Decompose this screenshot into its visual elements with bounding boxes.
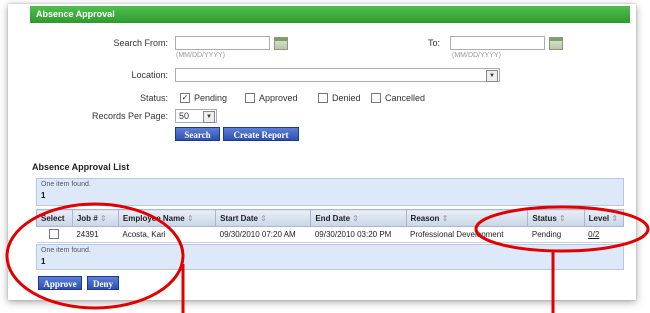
employee-name-cell: Acosta, Kari — [118, 226, 216, 243]
search-from-label: Search From: — [113, 38, 168, 48]
approve-button[interactable]: Approve — [38, 276, 82, 290]
sort-icon: ⇕ — [99, 213, 107, 223]
column-header-level-label: Level — [588, 213, 610, 223]
sort-icon: ⇕ — [260, 213, 267, 223]
column-header-end-date-label: End Date — [315, 213, 351, 223]
sort-icon: ⇕ — [611, 213, 619, 223]
status-cell: Pending — [527, 226, 585, 243]
column-header-job-label: Job # — [76, 213, 98, 223]
from-date-format-hint: (MM/DD/YYYY) — [176, 52, 225, 59]
page-title: Absence Approval — [30, 6, 630, 23]
table-header-row: Select Job # ⇕ Employee Name ⇕ Start Dat… — [36, 209, 625, 227]
to-date-format-hint: (MM/DD/YYYY) — [452, 52, 501, 59]
column-header-reason[interactable]: Reason ⇕ — [405, 209, 529, 227]
page-link[interactable]: 1 — [41, 257, 619, 266]
records-per-page-value: 50 — [179, 111, 190, 121]
column-header-status-label: Status — [532, 213, 557, 223]
location-label: Location: — [131, 70, 168, 80]
items-found-text: One item found. — [41, 247, 91, 254]
chevron-down-icon: ▼ — [486, 70, 498, 82]
row-select-checkbox[interactable] — [49, 228, 60, 239]
column-header-start-date[interactable]: Start Date ⇕ — [215, 209, 312, 227]
items-found-text: One item found. — [41, 181, 91, 188]
calendar-to-icon[interactable] — [549, 37, 563, 50]
reason-cell: Professional Development — [406, 226, 528, 243]
job-number-cell: 24391 — [72, 226, 119, 243]
sort-icon: ⇕ — [441, 213, 449, 223]
top-pagination-banner: One item found. 1 — [36, 178, 624, 206]
search-from-input[interactable] — [175, 36, 270, 50]
status-approved-label: Approved — [259, 93, 298, 103]
status-denied-checkbox[interactable] — [318, 93, 328, 103]
status-label: Status: — [139, 93, 168, 103]
absence-approval-list-title: Absence Approval List — [32, 162, 130, 172]
column-header-end-date[interactable]: End Date ⇕ — [310, 209, 407, 227]
status-approved-checkbox[interactable] — [245, 93, 255, 103]
end-date-cell: 09/30/2010 03:20 PM — [310, 226, 407, 243]
table-row: 24391 Acosta, Kari 09/30/2010 07:20 AM 0… — [36, 226, 624, 243]
status-cancelled-checkbox[interactable] — [371, 93, 381, 103]
calendar-from-icon[interactable] — [274, 37, 288, 50]
search-to-input[interactable] — [450, 36, 545, 50]
column-header-status[interactable]: Status ⇕ — [527, 209, 585, 227]
column-header-employee-label: Employee Name — [122, 213, 185, 223]
absence-table: Select Job # ⇕ Employee Name ⇕ Start Dat… — [36, 209, 625, 243]
column-header-level[interactable]: Level ⇕ — [583, 209, 625, 227]
status-denied-label: Denied — [332, 93, 361, 103]
location-select[interactable]: ▼ — [175, 68, 500, 82]
chevron-down-icon: ▼ — [203, 111, 215, 123]
column-header-select: Select — [36, 209, 73, 227]
sort-icon: ⇕ — [352, 213, 359, 223]
status-pending-checkbox[interactable]: ✓ — [180, 93, 190, 103]
page-link[interactable]: 1 — [41, 191, 619, 200]
row-select-cell — [36, 226, 73, 243]
bottom-pagination-banner: One item found. 1 — [36, 244, 624, 270]
status-pending-label: Pending — [194, 93, 228, 103]
start-date-cell: 09/30/2010 07:20 AM — [215, 226, 311, 243]
search-to-label: To: — [427, 38, 440, 48]
status-cancelled-label: Cancelled — [385, 93, 426, 103]
sort-icon: ⇕ — [559, 213, 566, 223]
create-report-button[interactable]: Create Report — [223, 127, 299, 141]
records-per-page-select[interactable]: 50 ▼ — [175, 109, 217, 123]
level-link[interactable]: 0/2 — [584, 226, 624, 243]
column-header-employee[interactable]: Employee Name ⇕ — [117, 209, 217, 227]
column-header-job[interactable]: Job # ⇕ — [71, 209, 119, 227]
records-per-page-label: Records Per Page: — [91, 111, 168, 121]
column-header-reason-label: Reason — [410, 213, 440, 223]
column-header-start-date-label: Start Date — [220, 213, 258, 223]
sort-icon: ⇕ — [186, 213, 194, 223]
deny-button[interactable]: Deny — [87, 276, 119, 290]
search-button[interactable]: Search — [175, 127, 220, 141]
